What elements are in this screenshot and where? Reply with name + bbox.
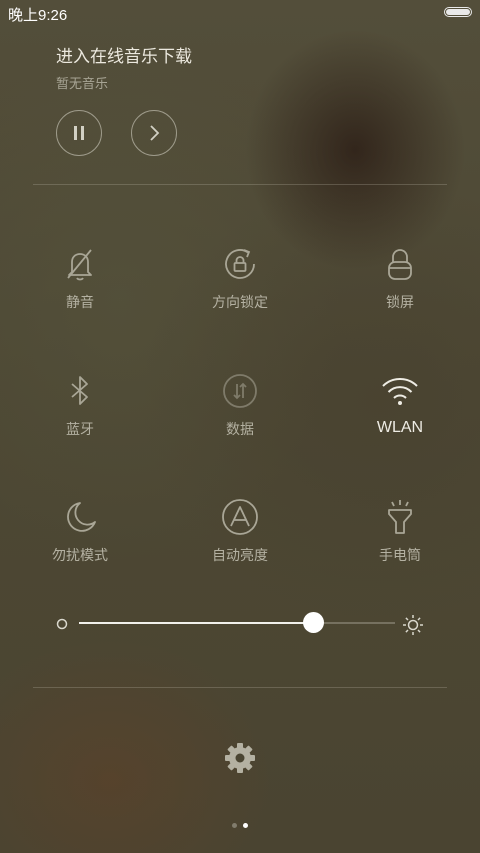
next-button[interactable] [131, 110, 177, 156]
battery-icon [444, 7, 472, 17]
music-title[interactable]: 进入在线音乐下载 [56, 42, 192, 67]
toggle-bluetooth[interactable]: 蓝牙 [20, 371, 140, 439]
toggle-label: WLAN [376, 419, 424, 436]
page-dot[interactable] [232, 823, 237, 828]
toggle-label: 方向锁定 [212, 295, 268, 311]
divider-bottom [33, 687, 447, 688]
toggle-label: 锁屏 [386, 295, 414, 311]
bluetooth-icon [71, 376, 88, 405]
toggle-label: 自动亮度 [212, 548, 268, 564]
wifi-icon [382, 377, 418, 405]
brightness-slider-thumb[interactable] [302, 612, 324, 633]
divider-top [33, 184, 447, 185]
toggle-lock-screen[interactable]: 锁屏 [340, 244, 460, 312]
status-bar: 晚上9:26 [0, 0, 480, 26]
pause-icon [74, 126, 84, 140]
toggle-rotation-lock[interactable]: 方向锁定 [180, 244, 300, 312]
lock-icon [388, 249, 412, 280]
bell-off-icon [67, 249, 92, 281]
toggle-label: 静音 [66, 295, 94, 311]
toggle-auto-brightness[interactable]: 自动亮度 [180, 497, 300, 565]
page-dot-active[interactable] [243, 823, 248, 828]
brightness-high-icon [403, 615, 423, 635]
toggle-label: 蓝牙 [66, 422, 94, 438]
toggle-flashlight[interactable]: 手电筒 [340, 497, 460, 565]
toggle-do-not-disturb[interactable]: 勿扰模式 [20, 497, 140, 565]
music-widget[interactable]: 进入在线音乐下载 暂无音乐 [56, 42, 192, 92]
moon-icon [67, 502, 96, 532]
pause-button[interactable] [56, 110, 102, 156]
flashlight-icon [388, 500, 412, 534]
toggle-wlan[interactable]: WLAN [340, 371, 460, 437]
auto-brightness-icon [222, 499, 258, 535]
chevron-right-icon [150, 125, 160, 141]
music-subtitle: 暂无音乐 [56, 77, 109, 92]
brightness-slider[interactable] [79, 612, 395, 633]
mobile-data-icon [223, 374, 257, 408]
brightness-low-icon [56, 618, 68, 630]
gear-icon [225, 743, 255, 773]
toggle-label: 手电筒 [379, 548, 421, 564]
settings-button[interactable] [222, 740, 258, 776]
toggle-label: 数据 [226, 422, 254, 438]
toggle-label: 勿扰模式 [52, 548, 108, 564]
page-indicator [0, 813, 480, 832]
toggle-mobile-data[interactable]: 数据 [180, 371, 300, 439]
toggle-mute[interactable]: 静音 [20, 244, 140, 312]
brightness-slider-fill [79, 622, 313, 624]
status-time: 晚上9:26 [8, 7, 68, 24]
rotation-lock-icon [225, 249, 255, 279]
